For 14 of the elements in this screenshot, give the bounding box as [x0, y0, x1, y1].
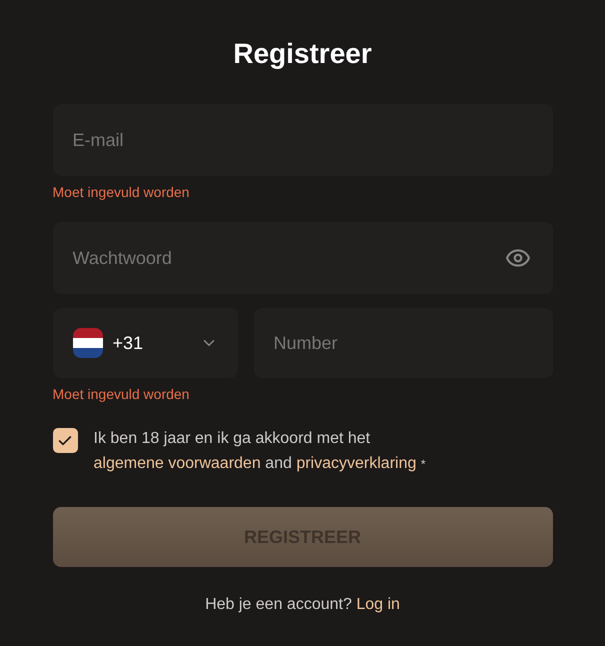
consent-checkbox[interactable]	[52, 428, 78, 453]
flag-icon	[72, 328, 102, 358]
error-message: Moet ingevuld worden	[52, 183, 190, 202]
consent-text: Ik ben 18 jaar en ik ga akkoord met het algemene voorwaarden and privacyverklaring *	[94, 429, 426, 474]
login-link[interactable]: Log in	[356, 596, 400, 613]
country-code-select[interactable]: +31	[52, 308, 238, 378]
error-message: Moet ingevuld worden	[52, 385, 190, 404]
phone-number-field[interactable]: Number	[254, 308, 552, 378]
terms-link[interactable]: algemene voorwaarden	[94, 455, 261, 472]
privacy-link[interactable]: privacyverklaring	[296, 455, 416, 472]
form-title: Registreer	[233, 37, 372, 71]
email-field[interactable]: E-mail	[52, 104, 552, 176]
login-prompt: Heb je een account? Log in	[204, 595, 401, 615]
password-field[interactable]: Wachtwoord	[52, 222, 552, 294]
